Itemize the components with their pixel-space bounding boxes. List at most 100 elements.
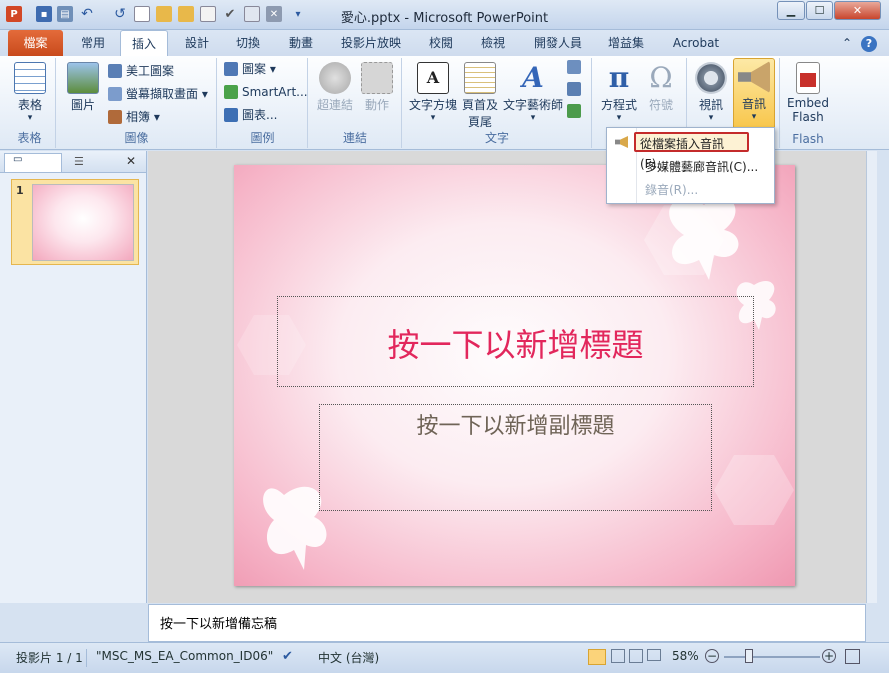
tab-addins[interactable]: 增益集 [598,30,654,56]
action-label: 動作 [364,98,389,112]
reading-view-icon[interactable] [629,649,643,663]
help-icon[interactable]: ? [860,30,878,56]
globe-icon [319,62,351,94]
outline-tab[interactable]: ☰ [66,155,124,171]
tab-slideshow[interactable]: 投影片放映 [331,30,411,56]
chart-button[interactable]: 圖表... [224,106,277,124]
normal-view-icon[interactable] [588,649,606,665]
slide-number: 1 [16,184,24,197]
ribbon-tabs: 檔案 常用 插入 設計 切換 動畫 投影片放映 校閱 檢視 開發人員 增益集 A… [0,30,889,56]
slideshow-icon[interactable] [647,649,661,661]
equation-button[interactable]: π 方程式 ▾ [597,60,641,124]
language-indicator[interactable]: 中文 (台灣) [318,649,379,666]
tab-review[interactable]: 校閱 [418,30,464,56]
header-footer-button[interactable]: 頁首及 頁尾 [460,60,500,130]
group-illustrations: 圖案 ▾ SmartArt... 圖表... 圖例 [218,58,308,148]
clipart-button[interactable]: 美工圖案 [108,62,174,80]
group-label-flash: Flash [792,132,824,146]
video-button[interactable]: 視訊 ▾ [690,60,732,123]
table-button[interactable]: 表格 ▾ [8,60,52,123]
textbox-button[interactable]: A 文字方塊 ▾ [407,60,459,123]
group-flash: Embed Flash Flash [781,58,835,148]
picture-button[interactable]: 圖片 [61,60,105,113]
title-placeholder[interactable]: 按一下以新增標題 [277,296,754,387]
film-reel-icon [695,62,727,94]
slides-tab[interactable]: ▭ [4,153,62,172]
wordart-button[interactable]: A 文字藝術師 ▾ [503,60,563,124]
shapes-label: 圖案 [242,62,267,76]
table-label: 表格 [17,98,42,112]
screenshot-label: 螢幕擷取畫面 [126,87,199,101]
embed-flash-label-1: Embed [787,96,829,110]
vertical-scrollbar[interactable] [866,151,877,603]
group-label-tables: 表格 [17,131,42,145]
zoom-out-icon[interactable]: − [705,649,719,663]
record-audio-item[interactable]: 錄音(R)... [641,180,702,200]
shapes-icon [224,62,238,76]
slide[interactable]: 按一下以新增標題 按一下以新增副標題 [234,165,795,586]
shapes-button[interactable]: 圖案 ▾ [224,60,276,78]
date-time-icon[interactable] [567,58,585,76]
object-icon[interactable] [567,102,585,120]
chart-label: 圖表... [242,108,278,122]
group-label-illustrations: 圖例 [250,131,275,145]
tab-developer[interactable]: 開發人員 [526,30,590,56]
zoom-level[interactable]: 58% [672,649,699,663]
hyperlink-label: 超連結 [316,98,353,112]
close-pane-icon[interactable]: ✕ [126,154,142,170]
status-bar: 投影片 1 / 1 "MSC_MS_EA_Common_ID06" ✔ 中文 (… [0,642,889,673]
theme-name[interactable]: "MSC_MS_EA_Common_ID06" [96,649,273,663]
symbol-label: 符號 [648,98,673,112]
zoom-in-icon[interactable]: + [822,649,836,663]
subtitle-placeholder-text: 按一下以新增副標題 [416,414,615,439]
smartart-button[interactable]: SmartArt... [224,83,308,101]
smartart-icon [224,85,238,99]
spelling-check-icon[interactable]: ✔ [282,649,293,664]
screenshot-button[interactable]: 螢幕擷取畫面 ▾ [108,85,208,103]
embed-flash-button[interactable]: Embed Flash [783,60,833,124]
omega-icon: Ω [649,61,673,94]
clip-art-audio-item[interactable]: 多媒體藝廊音訊(C)... [641,157,762,177]
tab-transitions[interactable]: 切換 [225,30,271,56]
symbol-button[interactable]: Ω 符號 [641,60,681,113]
subtitle-placeholder[interactable]: 按一下以新增副標題 [319,404,712,511]
hyperlink-button[interactable]: 超連結 [313,60,357,113]
tab-insert[interactable]: 插入 [120,30,168,56]
tab-design[interactable]: 設計 [174,30,220,56]
header-footer-label-2: 頁尾 [467,115,492,129]
photo-album-label: 相簿 [126,110,151,124]
table-icon [14,62,46,94]
zoom-slider-thumb[interactable] [745,649,753,663]
slide-thumbnail-image [32,184,134,261]
header-footer-label-1: 頁首及 [461,98,498,112]
slide-thumbnail-selected[interactable]: 1 [11,179,139,265]
tab-animations[interactable]: 動畫 [278,30,324,56]
maximize-button[interactable]: ☐ [806,1,833,20]
textbox-icon: A [417,62,449,94]
audio-label: 音訊 [741,97,766,111]
slide-number-icon[interactable] [567,80,585,98]
action-button[interactable]: 動作 [357,60,397,113]
chart-icon [224,108,238,122]
close-button[interactable]: ✕ [834,1,881,20]
header-footer-icon [464,62,496,94]
audio-button[interactable]: 音訊 ▾ [733,58,775,130]
tab-file[interactable]: 檔案 [8,30,63,56]
tab-acrobat[interactable]: Acrobat [664,30,728,56]
slide-sorter-icon[interactable] [611,649,625,663]
screenshot-icon [108,87,122,101]
smartart-label: SmartArt... [242,85,308,99]
insert-audio-from-file-item[interactable]: 從檔案插入音訊(F)... [634,132,749,171]
notes-pane[interactable]: 按一下以新增備忘稿 [148,604,866,642]
fit-to-window-icon[interactable] [845,649,860,664]
minimize-button[interactable]: ▁ [777,1,805,20]
zoom-slider-track[interactable] [724,656,820,658]
flash-icon [796,62,820,94]
photo-album-button[interactable]: 相簿 ▾ [108,108,160,126]
tab-home[interactable]: 常用 [70,30,116,56]
ribbon-collapse-icon[interactable]: ⌃ [838,30,856,56]
group-text: A 文字方塊 ▾ 頁首及 頁尾 A 文字藝術師 ▾ 文字 [403,58,592,148]
slides-pane: ▭ ☰ ✕ 1 [0,151,147,603]
tab-view[interactable]: 檢視 [470,30,516,56]
pi-icon: π [608,61,630,94]
